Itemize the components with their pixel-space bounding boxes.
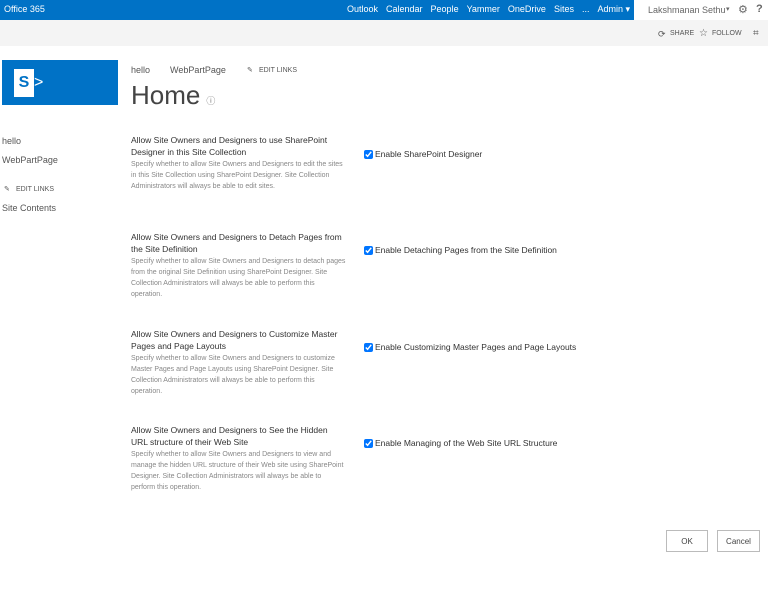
quicklaunch-webpartpage[interactable]: WebPartPage <box>2 155 58 165</box>
nav-more[interactable]: ... <box>582 4 590 15</box>
section-detach-pages: Allow Site Owners and Designers to Detac… <box>131 232 346 298</box>
share-icon: ⟳ <box>658 29 666 39</box>
star-icon: ☆ <box>699 28 708 39</box>
user-area: Lakshmanan Sethu ▾ ⚙ ? <box>634 0 768 20</box>
help-icon[interactable]: ? <box>756 3 763 15</box>
action-bar: ⟳ SHARE ☆ FOLLOW ⌗ <box>0 20 768 46</box>
user-menu[interactable]: Lakshmanan Sethu <box>648 5 726 15</box>
section-master-pages: Allow Site Owners and Designers to Custo… <box>131 329 338 395</box>
enable-detaching-pages-checkbox[interactable]: Enable Detaching Pages from the Site Def… <box>364 245 557 255</box>
info-icon[interactable]: ⓘ <box>206 96 215 106</box>
site-contents-link[interactable]: Site Contents <box>2 203 56 213</box>
suite-bar: Office 365 Outlook Calendar People Yamme… <box>0 0 768 20</box>
share-button[interactable]: SHARE <box>670 30 694 37</box>
site-logo[interactable]: S > <box>2 60 118 105</box>
gear-icon[interactable]: ⚙ <box>738 3 748 16</box>
nav-admin[interactable]: Admin ▾ <box>597 4 630 15</box>
edit-links-top[interactable]: EDIT LINKS <box>259 67 297 74</box>
cancel-button[interactable]: Cancel <box>717 530 760 552</box>
enable-sharepoint-designer-checkbox[interactable]: Enable SharePoint Designer <box>364 149 482 159</box>
page-title: Home ⓘ <box>131 80 216 110</box>
enable-url-structure-checkbox[interactable]: Enable Managing of the Web Site URL Stru… <box>364 438 557 448</box>
section-sharepoint-designer: Allow Site Owners and Designers to use S… <box>131 135 343 190</box>
crumb-hello[interactable]: hello <box>131 65 150 75</box>
nav-onedrive[interactable]: OneDrive <box>508 4 546 15</box>
edit-links-left[interactable]: EDIT LINKS <box>16 186 54 193</box>
section-url-structure: Allow Site Owners and Designers to See t… <box>131 425 344 491</box>
nav-outlook[interactable]: Outlook <box>347 4 378 15</box>
nav-sites[interactable]: Sites <box>554 4 574 15</box>
suite-nav: Outlook Calendar People Yammer OneDrive … <box>347 4 630 15</box>
nav-yammer[interactable]: Yammer <box>467 4 500 15</box>
pencil-icon: ✎ <box>247 67 253 74</box>
follow-button[interactable]: FOLLOW <box>712 30 742 37</box>
ok-button[interactable]: OK <box>666 530 708 552</box>
quicklaunch-hello[interactable]: hello <box>2 136 21 146</box>
office365-brand[interactable]: Office 365 <box>4 4 45 14</box>
pencil-icon: ✎ <box>4 186 10 193</box>
nav-calendar[interactable]: Calendar <box>386 4 423 15</box>
crumb-webpartpage[interactable]: WebPartPage <box>170 65 226 75</box>
user-caret-icon[interactable]: ▾ <box>726 5 730 13</box>
nav-people[interactable]: People <box>431 4 459 15</box>
sharepoint-logo-icon: S <box>14 69 34 97</box>
focus-icon[interactable]: ⌗ <box>753 28 759 39</box>
enable-customizing-master-pages-checkbox[interactable]: Enable Customizing Master Pages and Page… <box>364 342 576 352</box>
